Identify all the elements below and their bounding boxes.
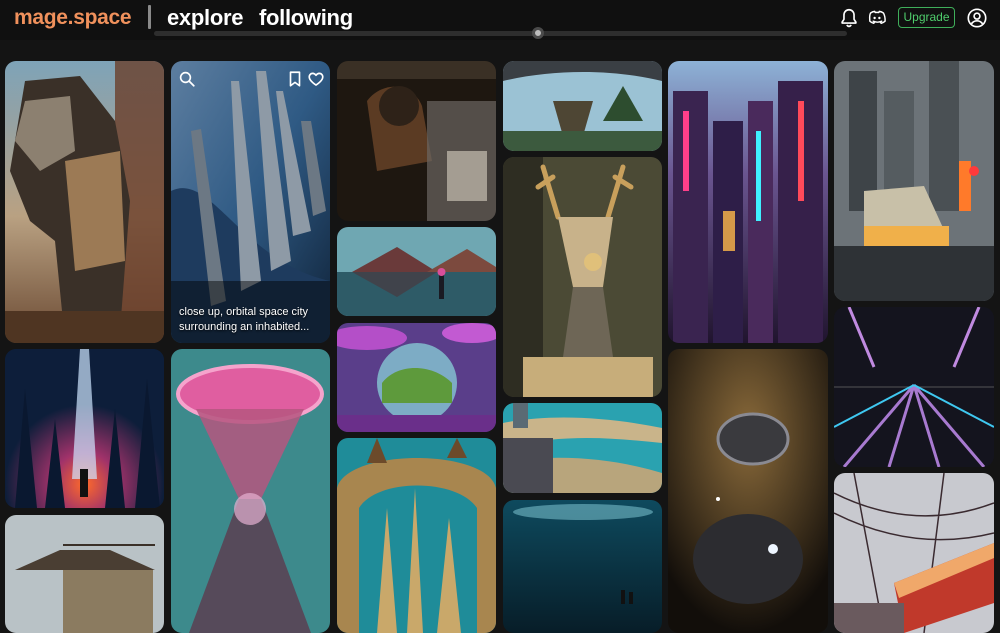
tile-robot-deer[interactable]	[503, 157, 662, 397]
horizontal-scrollbar-track[interactable]	[154, 31, 847, 36]
tile-pink-hourglass[interactable]	[171, 349, 330, 633]
user-account-icon[interactable]	[966, 7, 988, 29]
nav-explore[interactable]: explore	[167, 5, 243, 31]
bookmark-icon[interactable]	[286, 70, 304, 88]
tile-mountain-lake[interactable]	[337, 227, 496, 316]
nav-following[interactable]: following	[259, 5, 353, 31]
tile-underwater[interactable]	[503, 500, 662, 633]
tile-neon-road[interactable]	[834, 307, 994, 467]
divider	[148, 5, 151, 29]
tile-neon-city[interactable]	[668, 61, 828, 343]
tile-coastal-city[interactable]	[503, 403, 662, 493]
logo[interactable]: mage.space	[14, 6, 132, 30]
image-gallery: close up, orbital space city surrounding…	[0, 40, 1000, 633]
top-bar: mage.space explore following Upgrade	[0, 0, 1000, 40]
tile-mechanic[interactable]	[337, 61, 496, 221]
tile-train-sunset[interactable]	[834, 473, 994, 633]
tile-orbital-city[interactable]: close up, orbital space city surrounding…	[171, 61, 330, 343]
bell-icon[interactable]	[838, 7, 860, 29]
tile-arch-towers[interactable]	[337, 438, 496, 633]
tile-floating-island[interactable]	[503, 61, 662, 151]
heart-icon[interactable]	[307, 70, 325, 88]
tile-portal-light[interactable]	[5, 349, 164, 508]
tile-water-tower[interactable]	[5, 515, 164, 633]
image-caption: close up, orbital space city surrounding…	[179, 306, 310, 333]
horizontal-scrollbar-thumb[interactable]	[532, 27, 544, 39]
search-icon[interactable]	[178, 70, 196, 88]
upgrade-button[interactable]: Upgrade	[898, 7, 955, 28]
tile-mech-horse[interactable]	[5, 61, 164, 343]
tile-spaceships[interactable]	[668, 349, 828, 633]
tile-train-rain[interactable]	[834, 61, 994, 301]
discord-icon[interactable]	[866, 7, 888, 29]
tile-glass-dome[interactable]	[337, 323, 496, 432]
